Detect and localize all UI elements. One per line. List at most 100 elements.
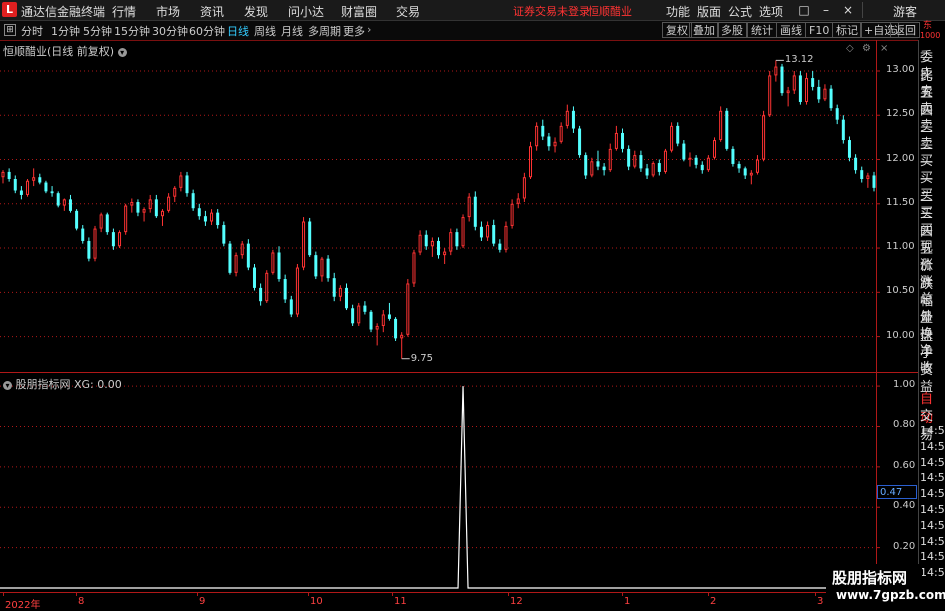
time-label: 10 <box>310 596 323 607</box>
candle-body <box>731 148 735 164</box>
minimize-icon[interactable]: – <box>818 2 834 18</box>
chevron-right-icon[interactable]: › <box>367 23 371 36</box>
price-tick-label: 11.00 <box>886 241 915 253</box>
candle <box>700 161 704 174</box>
period-15min[interactable]: 15分钟 <box>114 23 150 39</box>
candle <box>167 193 171 213</box>
candle-body <box>148 199 152 210</box>
time-axis <box>0 592 918 610</box>
candle <box>179 171 183 192</box>
candle <box>645 163 649 179</box>
candle-body <box>590 161 594 176</box>
candle-body <box>400 334 404 339</box>
menu-layout[interactable]: 版面 <box>697 3 721 20</box>
menu-market[interactable]: 市场 <box>156 3 180 20</box>
menu-quotes[interactable]: 行情 <box>112 3 136 20</box>
tool-f10[interactable]: F10 <box>805 22 834 38</box>
period-1min[interactable]: 1分钟 <box>51 23 80 39</box>
candle-body <box>498 243 502 250</box>
candle <box>541 119 545 141</box>
candle-body <box>829 88 833 109</box>
tool-back[interactable]: 返回 <box>890 22 920 38</box>
candle-body <box>762 115 766 160</box>
period-multi[interactable]: 多周期 <box>308 23 341 39</box>
diamond-icon[interactable]: ◇ <box>846 43 854 54</box>
candle <box>749 170 753 185</box>
period-monthly[interactable]: 月线 <box>281 23 303 39</box>
menu-function[interactable]: 功能 <box>666 3 690 20</box>
candle-body <box>363 305 367 312</box>
expand-icon[interactable]: ⊞ <box>4 24 16 36</box>
candle-body <box>817 86 821 100</box>
candle-body <box>602 166 606 171</box>
candle-body <box>792 75 796 91</box>
candle <box>424 230 428 250</box>
menu-options[interactable]: 选项 <box>759 3 783 20</box>
candle-body <box>289 299 293 315</box>
candle <box>302 217 306 271</box>
period-5min[interactable]: 5分钟 <box>83 23 112 39</box>
tool-mark[interactable]: 标记 <box>832 22 862 38</box>
candle <box>332 272 336 302</box>
tool-multi-stock[interactable]: 多股 <box>717 22 747 38</box>
candlestick-chart[interactable] <box>0 40 918 372</box>
candle <box>62 198 66 211</box>
candle-body <box>565 110 569 126</box>
candle <box>295 263 299 318</box>
period-more[interactable]: 更多 <box>343 23 365 39</box>
candle-body <box>216 212 220 226</box>
menu-wealth-circle[interactable]: 财富圈 <box>341 3 377 20</box>
candle-body <box>332 278 336 297</box>
menu-xiaoda[interactable]: 问小达 <box>288 3 324 20</box>
close-small-icon[interactable]: × <box>880 43 888 54</box>
candle-body <box>614 132 618 149</box>
indicator-grid <box>0 385 880 549</box>
dropdown-icon[interactable]: ▾ <box>117 47 127 57</box>
period-weekly[interactable]: 周线 <box>254 23 276 39</box>
menu-discover[interactable]: 发现 <box>244 3 268 20</box>
tool-adjust[interactable]: 复权 <box>662 22 692 38</box>
candle-body <box>99 214 103 229</box>
candle <box>584 152 588 179</box>
login-notice[interactable]: 证券交易未登录 <box>513 3 590 19</box>
candle <box>173 186 177 203</box>
low-price-label: 9.75 <box>410 352 433 364</box>
indicator-chart[interactable] <box>0 373 918 591</box>
period-tick[interactable]: 分时 <box>21 23 43 39</box>
restore-icon[interactable]: □ <box>796 2 812 18</box>
candle <box>835 104 839 125</box>
candle <box>228 240 232 275</box>
menu-formula[interactable]: 公式 <box>728 3 752 20</box>
candle-body <box>210 212 214 222</box>
candle <box>866 172 870 188</box>
candle <box>271 249 275 275</box>
candle-body <box>283 279 287 300</box>
candle <box>203 210 207 226</box>
candle-body <box>142 209 146 213</box>
period-daily[interactable]: 日线 <box>227 23 249 39</box>
candle <box>351 304 355 326</box>
period-30min[interactable]: 30分钟 <box>152 23 188 39</box>
candle <box>283 274 287 303</box>
candle <box>737 161 741 173</box>
candle <box>118 230 122 249</box>
tool-draw-line[interactable]: 画线 <box>776 22 806 38</box>
tool-overlay[interactable]: 叠加 <box>689 22 719 38</box>
xg-indicator-line <box>0 386 876 589</box>
guest-user[interactable]: 游客 <box>893 3 917 20</box>
period-60min[interactable]: 60分钟 <box>189 23 225 39</box>
menu-news[interactable]: 资讯 <box>200 3 224 20</box>
tool-stats[interactable]: 统计 <box>747 22 777 38</box>
candle-body <box>645 168 649 176</box>
menu-trade[interactable]: 交易 <box>396 3 420 20</box>
candle-body <box>504 225 508 250</box>
close-icon[interactable]: × <box>840 2 856 18</box>
trade-time: 14:56 <box>920 503 945 516</box>
candle <box>829 85 833 111</box>
candle-body <box>357 305 361 324</box>
gear-icon[interactable]: ⚙ <box>862 43 871 54</box>
candle <box>314 251 318 280</box>
candle-body <box>338 287 342 297</box>
candle <box>682 140 686 162</box>
indicator-dropdown-icon[interactable]: ▾ <box>3 380 12 390</box>
